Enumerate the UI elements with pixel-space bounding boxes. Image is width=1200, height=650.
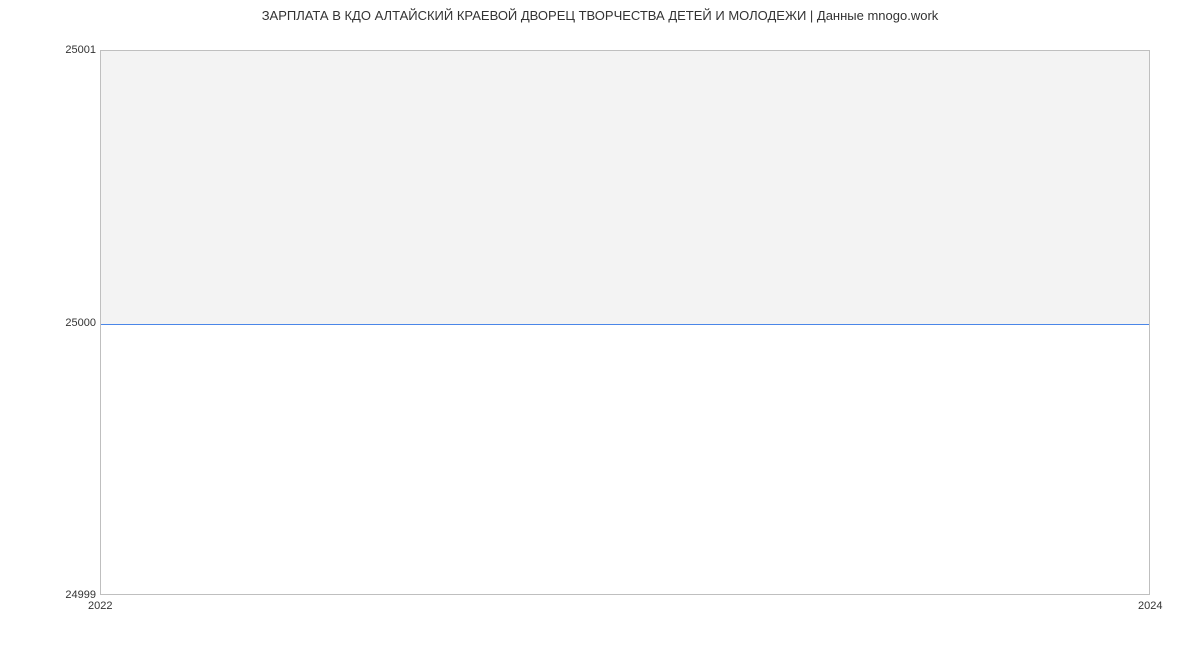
x-tick-0: 2022 xyxy=(88,600,112,612)
chart-title: ЗАРПЛАТА В КДО АЛТАЙСКИЙ КРАЕВОЙ ДВОРЕЦ … xyxy=(0,8,1200,23)
y-tick-2: 25001 xyxy=(65,44,96,56)
data-line xyxy=(101,324,1149,325)
plot-area xyxy=(100,50,1150,595)
y-tick-1: 25000 xyxy=(65,317,96,329)
area-fill xyxy=(101,51,1149,324)
x-tick-1: 2024 xyxy=(1138,600,1162,612)
chart-container: ЗАРПЛАТА В КДО АЛТАЙСКИЙ КРАЕВОЙ ДВОРЕЦ … xyxy=(0,0,1200,650)
